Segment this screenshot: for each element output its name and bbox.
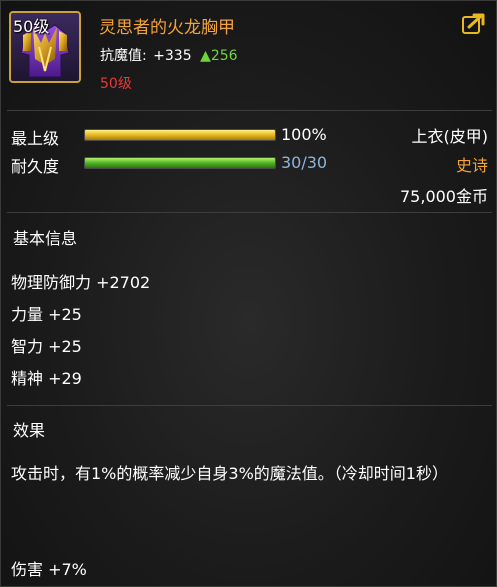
magic-resist-label: 抗魔值: [100,48,147,64]
max-level-bar-fill [85,130,275,140]
durability-label: 耐久度 [11,157,60,176]
share-button[interactable] [461,13,487,35]
attribute-item: 物理防御力 +2702 [11,273,151,292]
item-tooltip: 50级 灵思者的火龙胸甲 抗魔值: +335 ▲256 50级 最上级 100%… [0,0,497,587]
damage-bonus: 伤害 +7% [11,560,87,579]
item-type: 上衣(皮甲) [411,127,489,146]
magic-resist-increase: ▲256 [200,48,238,64]
divider [7,405,492,406]
max-level-label: 最上级 [11,129,60,148]
item-icon-frame: 50级 [9,11,81,83]
required-level: 50级 [100,76,132,92]
durability-bar-fill [85,158,275,168]
magic-resist-value: +335 [153,48,192,64]
item-header: 50级 灵思者的火龙胸甲 抗魔值: +335 ▲256 50级 [1,1,497,106]
share-icon [462,13,485,34]
item-price: 75,000金币 [400,187,488,206]
effect-description: 攻击时，有1%的概率减少自身3%的魔法值。（冷却时间1秒） [11,464,448,483]
max-level-value: 100% [281,125,327,144]
effect-title: 效果 [13,421,46,440]
divider [7,212,492,213]
attribute-item: 智力 +25 [11,337,82,356]
attribute-item: 力量 +25 [11,305,82,324]
basic-info-title: 基本信息 [13,229,78,248]
item-level-badge: 50级 [13,17,50,36]
divider [7,110,492,111]
durability-bar [84,157,276,169]
item-rarity: 史诗 [455,156,488,175]
item-name: 灵思者的火龙胸甲 [99,18,235,38]
durability-value: 30/30 [281,153,328,172]
magic-resist-row: 抗魔值: +335 ▲256 [100,45,238,65]
max-level-bar [84,129,276,141]
attribute-item: 精神 +29 [11,369,82,388]
